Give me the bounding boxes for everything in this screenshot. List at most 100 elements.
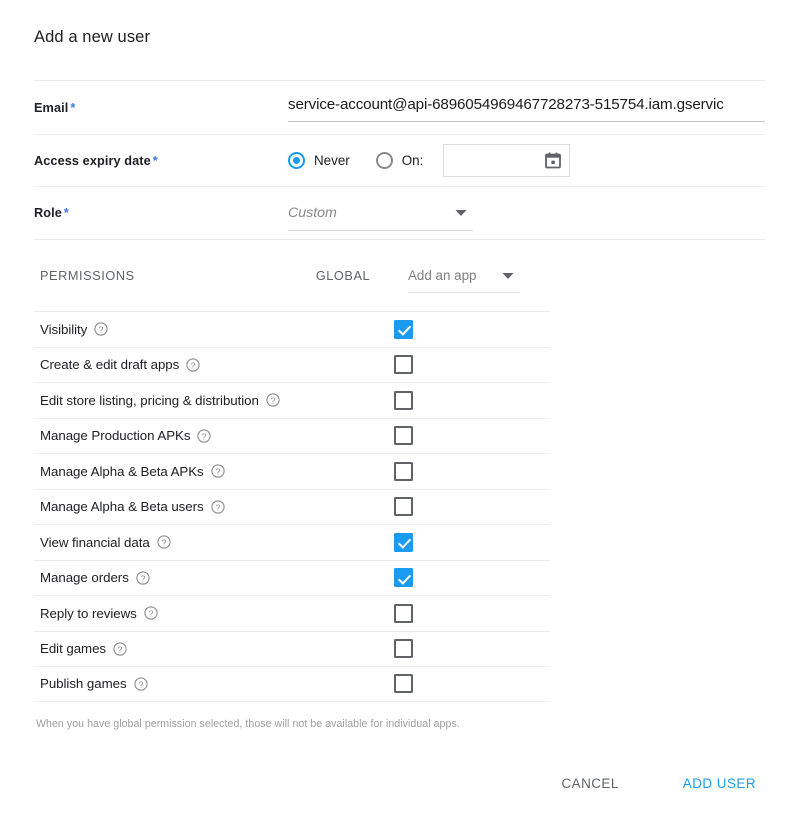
form-row-role: Role * Custom — [34, 186, 765, 238]
email-underline — [288, 120, 765, 122]
form-fields: Email * service-account@api-6896054969467… — [34, 80, 765, 238]
svg-text:?: ? — [271, 396, 276, 406]
email-field[interactable]: service-account@api-6896054969467728273-… — [288, 92, 765, 124]
svg-text:?: ? — [99, 325, 104, 335]
email-label: Email * — [34, 101, 288, 115]
radio-on-indicator[interactable] — [375, 152, 393, 169]
permission-name: Visibility? — [34, 322, 368, 337]
chevron-down-icon[interactable] — [455, 204, 467, 222]
role-label: Role * — [34, 206, 288, 220]
role-underline — [288, 229, 473, 231]
role-selected-value: Custom — [288, 204, 337, 221]
permission-checkbox-cell — [368, 532, 438, 552]
permission-checkbox-cell — [368, 355, 438, 375]
permission-checkbox-cell — [368, 390, 438, 410]
radio-option-never[interactable]: Never — [288, 152, 350, 169]
svg-text:?: ? — [202, 431, 207, 441]
permission-row: Manage Alpha & Beta APKs? — [34, 453, 550, 489]
permission-name: Manage Alpha & Beta APKs? — [34, 464, 368, 479]
permission-name: Manage Alpha & Beta users? — [34, 499, 368, 514]
checkbox-unchecked[interactable] — [393, 497, 413, 517]
permission-row: Create & edit draft apps? — [34, 346, 550, 383]
permission-label: Reply to reviews — [40, 605, 137, 621]
permission-name: Create & edit draft apps? — [34, 357, 368, 372]
checkbox-unchecked[interactable] — [393, 390, 413, 410]
help-circle-icon[interactable]: ? — [94, 322, 108, 336]
add-an-app-underline — [408, 291, 520, 293]
checkbox-unchecked[interactable] — [393, 426, 413, 446]
help-circle-icon[interactable]: ? — [211, 464, 225, 478]
dialog-footer: CANCEL ADD USER — [553, 770, 764, 797]
email-input-value[interactable]: service-account@api-6896054969467728273-… — [288, 92, 765, 118]
permission-checkbox-cell — [368, 426, 438, 446]
permission-name: Edit games? — [34, 641, 368, 656]
permission-row: Manage Production APKs? — [34, 417, 550, 454]
help-circle-icon[interactable]: ? — [113, 642, 127, 656]
access-expiry-label: Access expiry date * — [34, 154, 288, 168]
permission-checkbox-cell — [368, 568, 438, 588]
help-circle-icon[interactable]: ? — [186, 358, 200, 372]
chevron-down-icon[interactable] — [502, 267, 514, 285]
required-asterisk: * — [63, 205, 69, 220]
help-circle-icon[interactable]: ? — [210, 500, 225, 514]
calendar-icon[interactable] — [545, 152, 562, 169]
permission-label: Publish games — [40, 676, 127, 692]
checkbox-checked[interactable] — [393, 532, 413, 552]
help-circle-icon[interactable]: ? — [136, 571, 150, 585]
permission-checkbox-cell — [368, 461, 438, 481]
permission-name: Manage orders? — [34, 570, 368, 585]
role-dropdown[interactable]: Custom — [288, 198, 473, 231]
help-circle-icon[interactable]: ? — [144, 606, 158, 620]
permissions-table: Visibility? Create & edit draft apps? Edit… — [34, 311, 550, 702]
required-asterisk: * — [70, 100, 76, 115]
checkbox-checked[interactable] — [393, 568, 413, 588]
permission-row: Edit store listing, pricing & distributi… — [34, 382, 550, 418]
help-circle-icon[interactable]: ? — [133, 677, 148, 691]
email-control: service-account@api-6896054969467728273-… — [288, 92, 765, 124]
cancel-button[interactable]: CANCEL — [553, 770, 626, 797]
checkbox-unchecked[interactable] — [393, 603, 413, 623]
permission-row: Manage orders? — [34, 559, 550, 596]
add-user-dialog: Add a new user Email * service-account@ap… — [0, 0, 800, 826]
access-expiry-label-text: Access expiry date — [34, 153, 151, 168]
svg-text:?: ? — [148, 609, 153, 619]
role-label-text: Role — [34, 205, 62, 220]
permission-label: Manage orders — [40, 570, 129, 586]
add-an-app-label: Add an app — [408, 268, 477, 283]
checkbox-checked[interactable] — [393, 319, 413, 339]
checkbox-unchecked[interactable] — [393, 355, 413, 375]
svg-text:?: ? — [215, 467, 220, 477]
permissions-column-label: PERMISSIONS — [40, 268, 135, 283]
form-row-access-expiry: Access expiry date * Never On: — [34, 134, 765, 186]
expiry-date-input[interactable] — [443, 144, 571, 177]
permission-row: Manage Alpha & Beta users? — [34, 488, 550, 525]
permission-name: Manage Production APKs? — [34, 428, 368, 443]
radio-on-label: On: — [401, 153, 424, 168]
help-circle-icon[interactable]: ? — [157, 535, 171, 549]
permissions-note: When you have global permission selected… — [36, 717, 460, 730]
permission-label: Visibility — [40, 321, 88, 337]
email-label-text: Email — [34, 100, 69, 115]
svg-text:?: ? — [215, 502, 220, 512]
permission-checkbox-cell — [368, 319, 438, 339]
permission-label: Manage Alpha & Beta APKs — [40, 463, 204, 479]
help-circle-icon[interactable]: ? — [197, 429, 212, 443]
add-an-app-dropdown[interactable]: Add an app — [408, 261, 520, 293]
permissions-section: PERMISSIONS GLOBAL Add an app Visibility… — [34, 239, 765, 730]
permission-checkbox-cell — [368, 674, 438, 694]
add-user-button[interactable]: ADD USER — [675, 770, 764, 797]
checkbox-unchecked[interactable] — [393, 461, 413, 481]
permission-row: Edit games? — [34, 630, 550, 667]
permission-name: Publish games? — [34, 676, 368, 691]
radio-option-on[interactable]: On: — [375, 152, 424, 169]
global-column-label: GLOBAL — [315, 268, 371, 283]
permission-checkbox-cell — [368, 639, 438, 659]
radio-never-indicator[interactable] — [288, 152, 305, 169]
role-control: Custom — [288, 198, 765, 231]
checkbox-unchecked[interactable] — [393, 674, 413, 694]
checkbox-unchecked[interactable] — [393, 639, 413, 659]
permission-label: View financial data — [40, 534, 150, 550]
permission-row: Reply to reviews? — [34, 595, 550, 631]
help-circle-icon[interactable]: ? — [266, 393, 280, 407]
svg-text:?: ? — [118, 644, 123, 654]
